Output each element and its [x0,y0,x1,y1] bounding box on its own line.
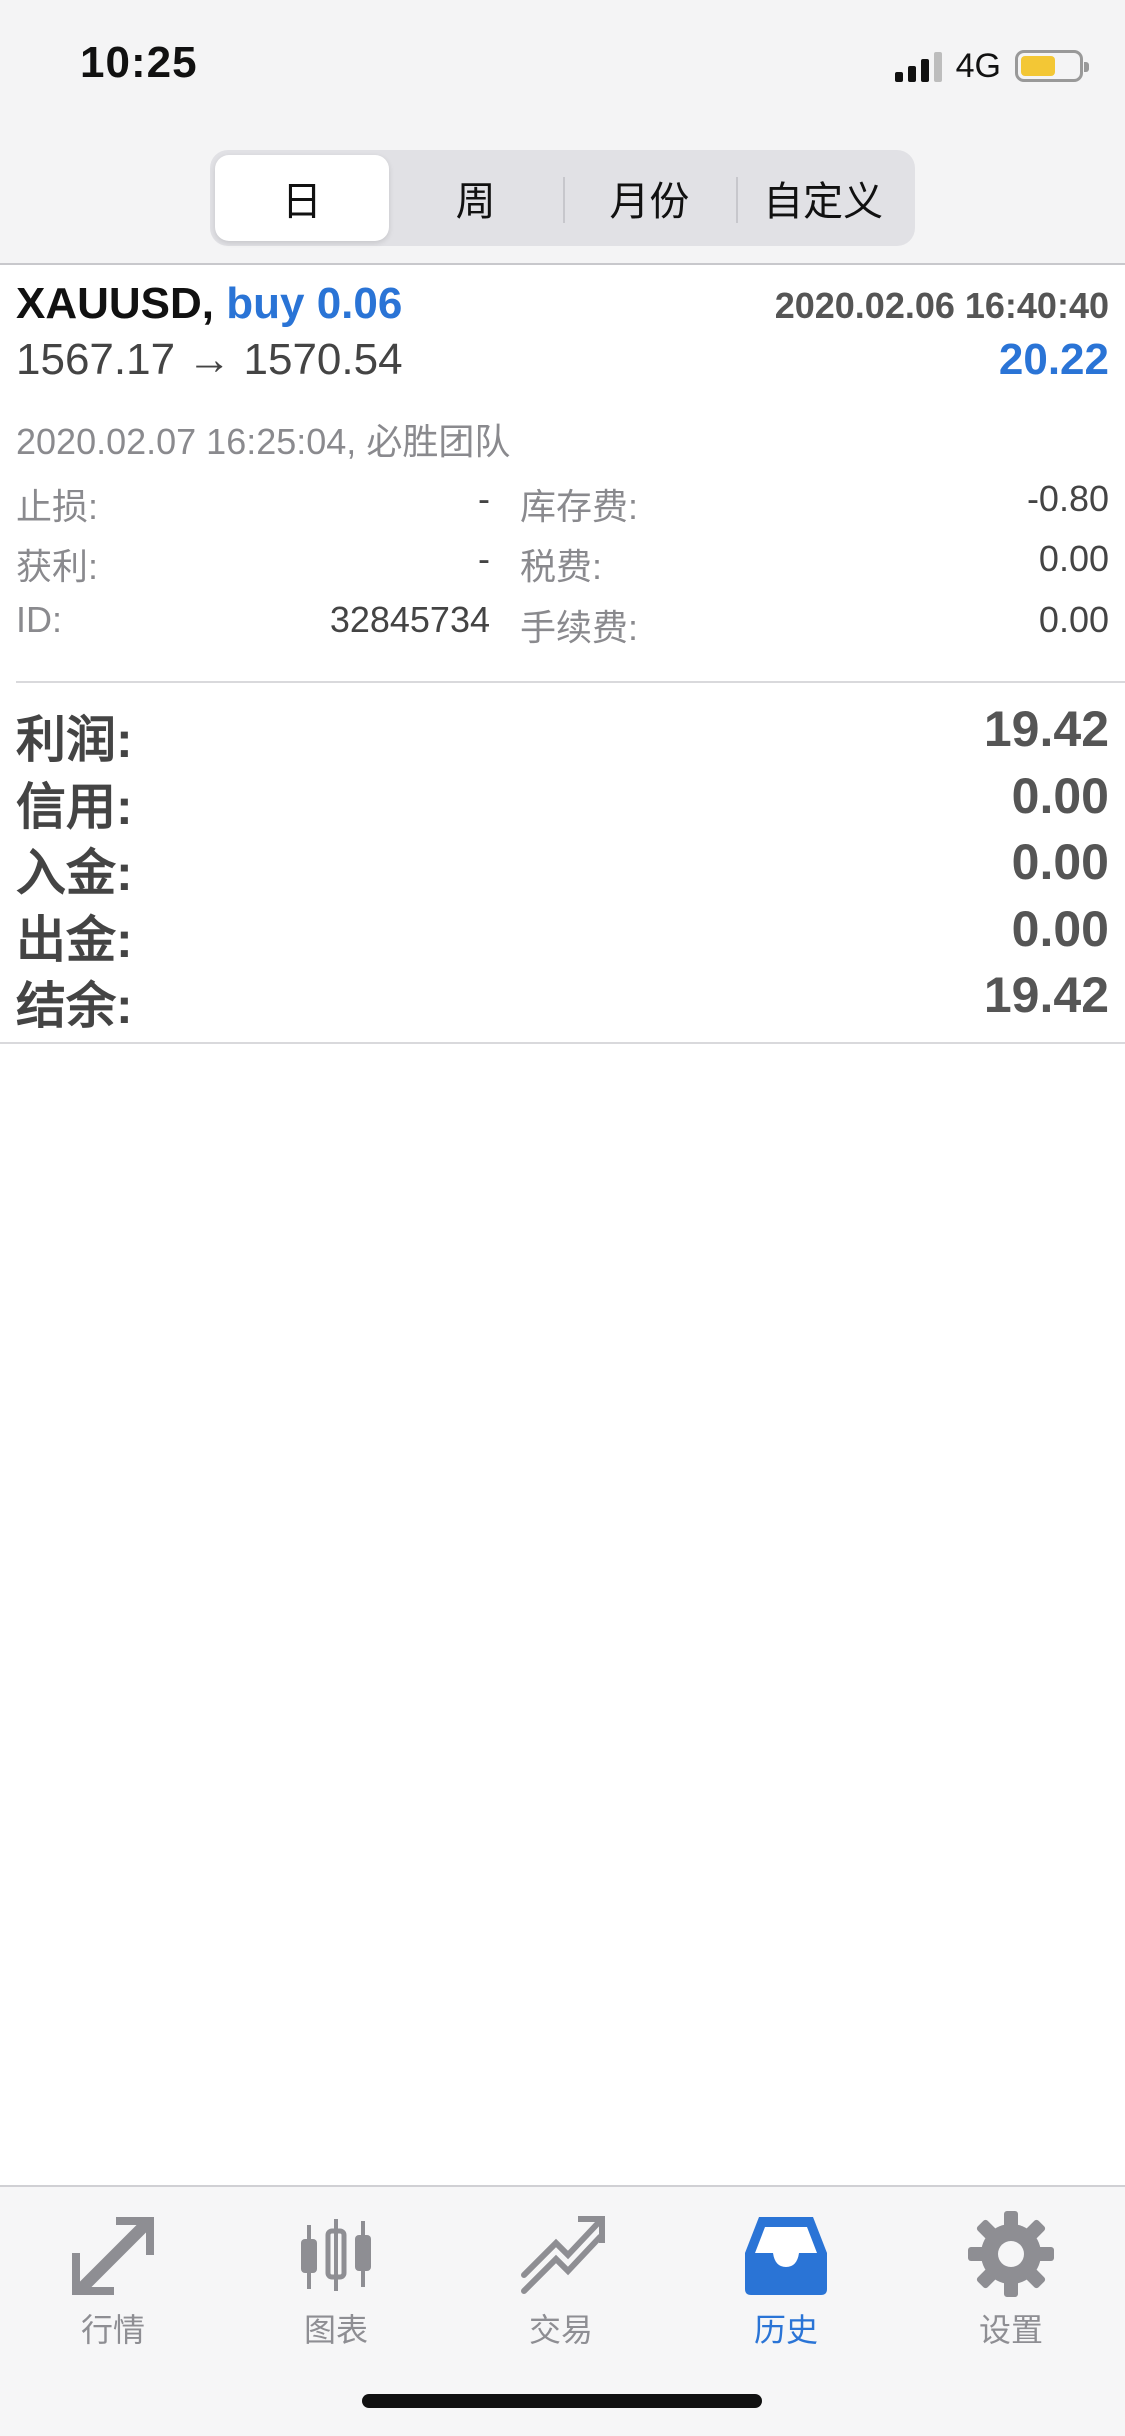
summary-balance-label: 结余: [16,978,133,1034]
summary-withdrawal-label: 出金: [16,912,133,968]
taxes-value: 0.00 [1038,538,1109,579]
tab-trade[interactable]: 交易 [491,2209,631,2351]
quotes-icon [72,2217,154,2295]
network-type: 4G [955,46,1001,85]
period-segmented-control: 日 周 月份 自定义 [210,150,915,246]
tab-history-label: 历史 [753,2312,818,2348]
take-profit-value: - [478,538,490,579]
home-indicator [362,2394,762,2408]
tab-settings-label: 设置 [978,2312,1043,2348]
commission-label: 手续费: [520,607,639,648]
trade-prices: 1567.17 → 1570.54 [16,335,403,384]
summary-profit-value: 19.42 [983,701,1109,757]
symbol-name: XAUUSD, [16,279,215,328]
summary-profit-label: 利润: [16,712,133,768]
tab-week[interactable]: 周 [389,155,563,241]
take-profit-label: 获利: [16,546,99,587]
id-value: 32845734 [329,599,490,640]
summary-balance-value: 19.42 [983,967,1109,1023]
taxes-label: 税费: [520,546,603,587]
history-icon [745,2217,827,2295]
stop-loss-value: - [478,478,490,519]
status-indicators: 4G [894,45,1089,87]
trade-icon [521,2216,605,2294]
id-label: ID: [16,599,63,640]
trade-symbol: XAUUSD, buy 0.06 [16,279,402,329]
trade-profit: 20.22 [998,335,1109,384]
trade-close-info: 2020.02.07 16:25:04, 必胜团队 [16,421,511,462]
trade-header-row: XAUUSD, buy 0.06 2020.02.06 16:40:40 [16,271,1109,331]
trade-open-time: 2020.02.06 16:40:40 [774,285,1109,326]
tab-history[interactable]: 历史 [716,2209,856,2351]
tab-custom[interactable]: 自定义 [736,155,910,241]
settings-icon [968,2211,1054,2297]
tab-trade-label: 交易 [528,2312,593,2348]
tab-quotes[interactable]: 行情 [43,2209,183,2351]
chart-icon [301,2219,371,2291]
header: 10:25 4G 日 周 月份 自定义 [0,0,1125,265]
summary-credit-label: 信用: [16,779,133,835]
tab-quotes-label: 行情 [80,2312,145,2348]
summary-withdrawal-value: 0.00 [1011,901,1109,957]
swap-label: 库存费: [520,486,639,527]
status-time: 10:25 [80,38,198,87]
battery-icon [1015,50,1089,82]
swap-value: -0.80 [1026,478,1109,519]
summary-credit-value: 0.00 [1011,768,1109,824]
tab-day[interactable]: 日 [215,155,389,241]
tab-month[interactable]: 月份 [562,155,737,241]
trade-side-volume: buy 0.06 [226,279,403,328]
signal-icon [894,50,942,82]
commission-value: 0.00 [1038,599,1109,640]
tab-chart-label: 图表 [303,2312,368,2348]
tab-settings[interactable]: 设置 [941,2209,1081,2351]
summary-deposit-value: 0.00 [1011,834,1109,890]
summary-deposit-label: 入金: [16,845,133,901]
summary-divider [0,1042,1125,1044]
tab-chart[interactable]: 图表 [266,2209,406,2351]
trade-divider [16,681,1125,683]
stop-loss-label: 止损: [16,486,99,527]
